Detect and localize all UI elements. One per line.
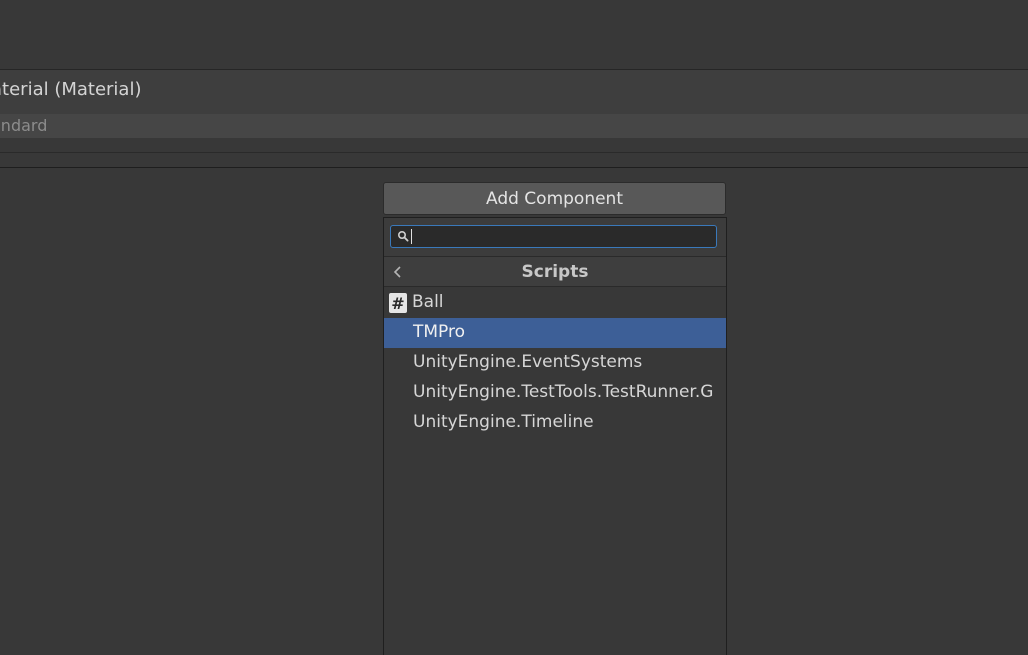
- add-component-popup: Scripts # Ball TMPro UnityEngine.EventSy…: [383, 217, 727, 655]
- list-item-label: UnityEngine.EventSystems: [413, 352, 643, 372]
- breadcrumb: Scripts: [384, 256, 726, 287]
- shader-dropdown[interactable]: [0, 114, 1028, 138]
- material-header[interactable]: [0, 70, 1028, 114]
- add-component-button[interactable]: Add Component: [383, 182, 726, 215]
- list-item-tmpro[interactable]: TMPro: [384, 318, 726, 348]
- csharp-script-icon: #: [389, 293, 407, 313]
- search-area: [384, 218, 726, 256]
- list-item-label: TMPro: [413, 322, 466, 342]
- search-input[interactable]: [390, 225, 717, 248]
- list-item-timeline[interactable]: UnityEngine.Timeline: [384, 408, 726, 438]
- list-item-label: Ball: [412, 292, 444, 312]
- divider: [0, 152, 1028, 153]
- material-title: aterial (Material): [0, 79, 142, 100]
- list-item-testrunner[interactable]: UnityEngine.TestTools.TestRunner.G: [384, 378, 726, 408]
- search-icon: [397, 230, 409, 242]
- component-list: # Ball TMPro UnityEngine.EventSystems Un…: [384, 288, 726, 438]
- inspector-panel: aterial (Material) andard Add Component …: [0, 0, 1028, 655]
- breadcrumb-title: Scripts: [521, 262, 589, 282]
- list-item-label: UnityEngine.TestTools.TestRunner.G: [413, 382, 714, 402]
- list-item-ball[interactable]: # Ball: [384, 288, 726, 318]
- divider: [0, 167, 1028, 168]
- list-item-label: UnityEngine.Timeline: [413, 412, 594, 432]
- text-caret: [411, 229, 412, 244]
- shader-value: andard: [0, 116, 48, 135]
- list-item-eventsystems[interactable]: UnityEngine.EventSystems: [384, 348, 726, 378]
